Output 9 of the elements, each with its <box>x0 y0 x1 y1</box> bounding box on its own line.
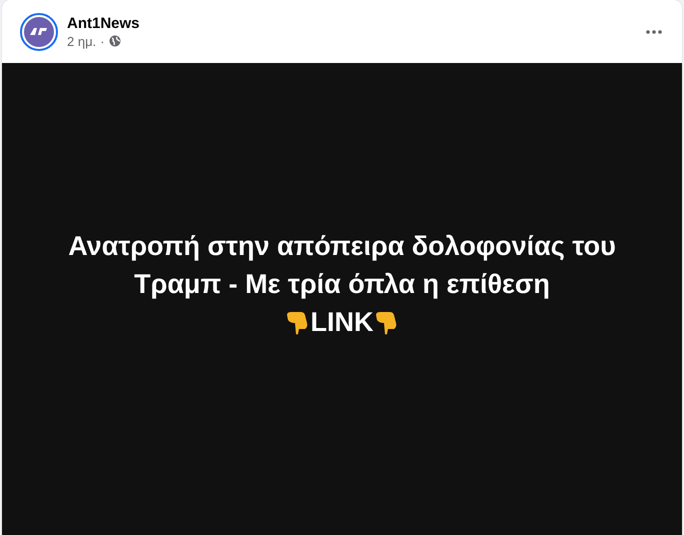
globe-icon <box>108 35 121 47</box>
logo-avatar-icon[interactable] <box>20 12 58 50</box>
post-text: Τραμπ - Με τρία όπλα η επίθεση <box>134 268 550 301</box>
post-text: Ανατροπή στην απόπειρα δολοφονίας του <box>68 230 616 263</box>
author-name[interactable]: Ant1News <box>67 14 633 32</box>
separator-dot: · <box>100 34 105 48</box>
link-text: LINK <box>310 306 374 339</box>
more-icon <box>646 30 662 34</box>
post-time[interactable]: 2 ημ. <box>67 34 96 48</box>
